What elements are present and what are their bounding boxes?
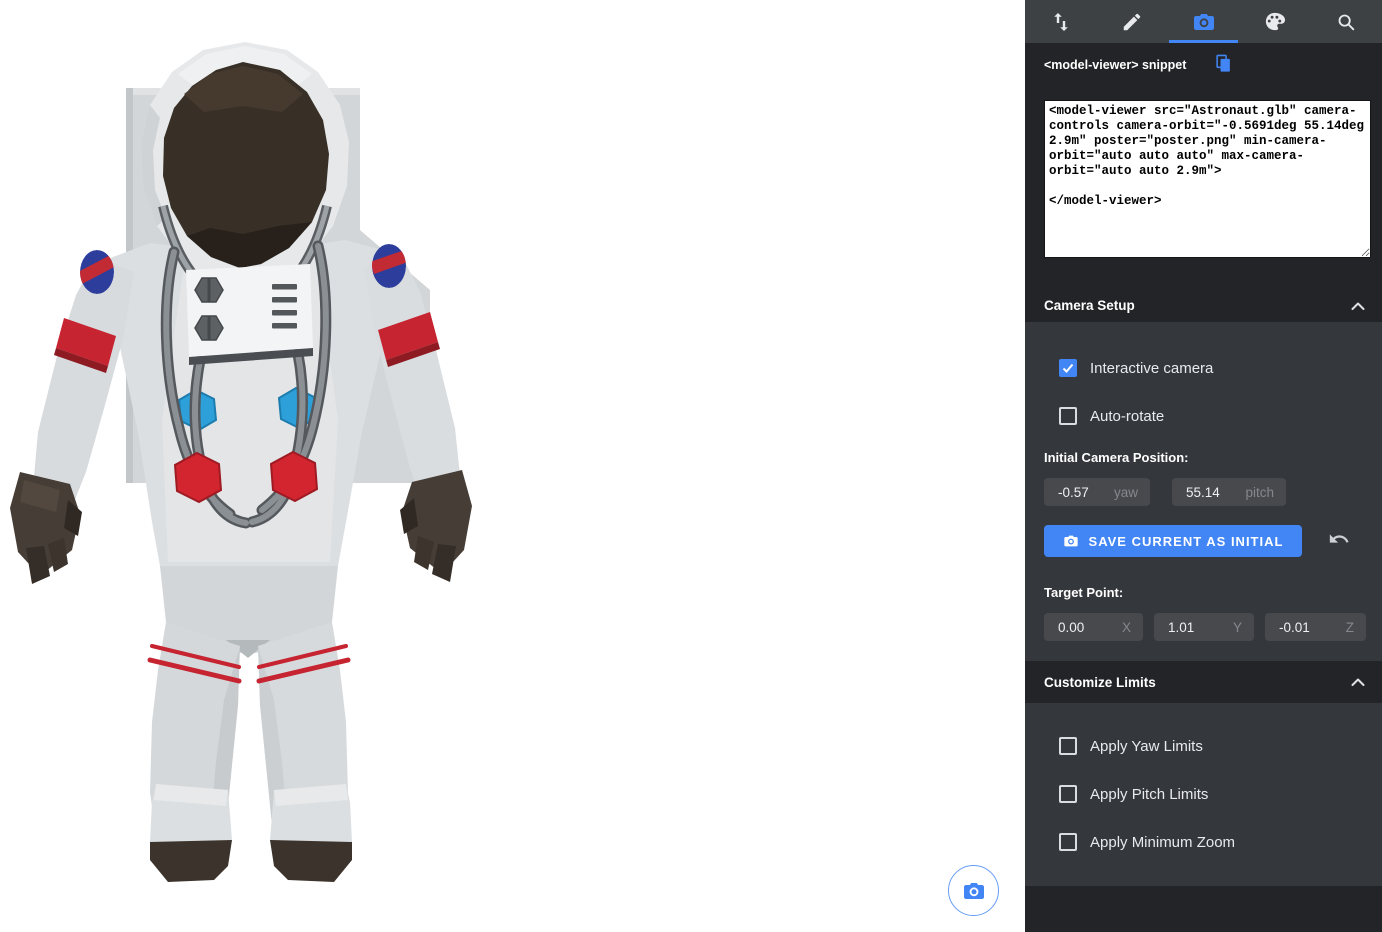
tab-materials[interactable] bbox=[1239, 0, 1310, 43]
checkbox-unchecked-icon bbox=[1059, 785, 1077, 803]
auto-rotate-checkbox-row[interactable]: Auto-rotate bbox=[1059, 403, 1164, 429]
chevron-up-icon bbox=[1351, 302, 1365, 310]
checkbox-unchecked-icon bbox=[1059, 407, 1077, 425]
apply-yaw-limits-label: Apply Yaw Limits bbox=[1090, 738, 1203, 755]
save-button-label: SAVE CURRENT AS INITIAL bbox=[1089, 534, 1284, 549]
pitch-suffix: pitch bbox=[1245, 485, 1286, 500]
customize-limits-section: Apply Yaw Limits Apply Pitch Limits Appl… bbox=[1025, 703, 1382, 886]
import-export-icon bbox=[1049, 10, 1073, 34]
pitch-input[interactable] bbox=[1172, 485, 1245, 500]
target-point-fields: X Y Z bbox=[1025, 613, 1382, 641]
target-y-suffix: Y bbox=[1233, 620, 1254, 635]
camera-icon bbox=[1063, 533, 1079, 549]
camera-icon bbox=[1192, 10, 1216, 34]
save-current-as-initial-button[interactable]: SAVE CURRENT AS INITIAL bbox=[1044, 525, 1302, 557]
snippet-title: <model-viewer> snippet bbox=[1044, 58, 1186, 72]
checkbox-unchecked-icon bbox=[1059, 737, 1077, 755]
snippet-code-textarea[interactable]: <model-viewer src="Astronaut.glb" camera… bbox=[1044, 100, 1371, 258]
target-z-field: Z bbox=[1265, 613, 1366, 641]
tab-import-export[interactable] bbox=[1025, 0, 1096, 43]
chevron-up-icon bbox=[1351, 678, 1365, 686]
apply-yaw-limits-checkbox-row[interactable]: Apply Yaw Limits bbox=[1059, 733, 1203, 759]
editor-panel: <model-viewer> snippet <model-viewer src… bbox=[1025, 0, 1382, 932]
copy-icon[interactable] bbox=[1215, 54, 1232, 73]
target-x-suffix: X bbox=[1122, 620, 1143, 635]
undo-icon[interactable] bbox=[1328, 528, 1350, 550]
target-y-field: Y bbox=[1154, 613, 1254, 641]
checkbox-checked-icon bbox=[1059, 359, 1077, 377]
interactive-camera-checkbox-row[interactable]: Interactive camera bbox=[1059, 355, 1213, 381]
toolbar bbox=[1025, 0, 1382, 43]
apply-minimum-zoom-checkbox-row[interactable]: Apply Minimum Zoom bbox=[1059, 829, 1235, 855]
camera-icon bbox=[962, 879, 986, 903]
target-z-suffix: Z bbox=[1346, 620, 1366, 635]
pitch-field: pitch bbox=[1172, 478, 1286, 506]
initial-camera-position-label: Initial Camera Position: bbox=[1044, 450, 1188, 465]
model-viewer-canvas[interactable] bbox=[0, 0, 1025, 932]
tab-edit[interactable] bbox=[1096, 0, 1167, 43]
interactive-camera-label: Interactive camera bbox=[1090, 360, 1213, 377]
yaw-input[interactable] bbox=[1044, 485, 1114, 500]
auto-rotate-label: Auto-rotate bbox=[1090, 408, 1164, 425]
customize-limits-title: Customize Limits bbox=[1044, 675, 1156, 690]
target-point-label: Target Point: bbox=[1044, 585, 1123, 600]
model-viewer-editor: <model-viewer> snippet <model-viewer src… bbox=[0, 0, 1382, 932]
astronaut-3d-model bbox=[0, 0, 1025, 932]
camera-setup-section: Interactive camera Auto-rotate Initial C… bbox=[1025, 322, 1382, 661]
apply-pitch-limits-label: Apply Pitch Limits bbox=[1090, 786, 1208, 803]
tab-inspector[interactable] bbox=[1311, 0, 1382, 43]
camera-setup-header[interactable]: Camera Setup bbox=[1025, 289, 1382, 322]
initial-camera-position-fields: yaw pitch bbox=[1025, 478, 1382, 506]
yaw-field: yaw bbox=[1044, 478, 1150, 506]
customize-limits-header[interactable]: Customize Limits bbox=[1025, 661, 1382, 703]
target-z-input[interactable] bbox=[1265, 620, 1346, 635]
yaw-suffix: yaw bbox=[1114, 485, 1150, 500]
target-x-field: X bbox=[1044, 613, 1143, 641]
checkbox-unchecked-icon bbox=[1059, 833, 1077, 851]
tab-camera[interactable] bbox=[1168, 0, 1239, 43]
screenshot-fab-button[interactable] bbox=[948, 865, 999, 916]
target-x-input[interactable] bbox=[1044, 620, 1122, 635]
target-y-input[interactable] bbox=[1154, 620, 1233, 635]
apply-pitch-limits-checkbox-row[interactable]: Apply Pitch Limits bbox=[1059, 781, 1208, 807]
pencil-icon bbox=[1121, 11, 1143, 33]
palette-icon bbox=[1263, 10, 1286, 33]
search-icon bbox=[1335, 11, 1357, 33]
snippet-header: <model-viewer> snippet bbox=[1044, 55, 1186, 75]
apply-minimum-zoom-label: Apply Minimum Zoom bbox=[1090, 834, 1235, 851]
camera-setup-title: Camera Setup bbox=[1044, 298, 1135, 313]
